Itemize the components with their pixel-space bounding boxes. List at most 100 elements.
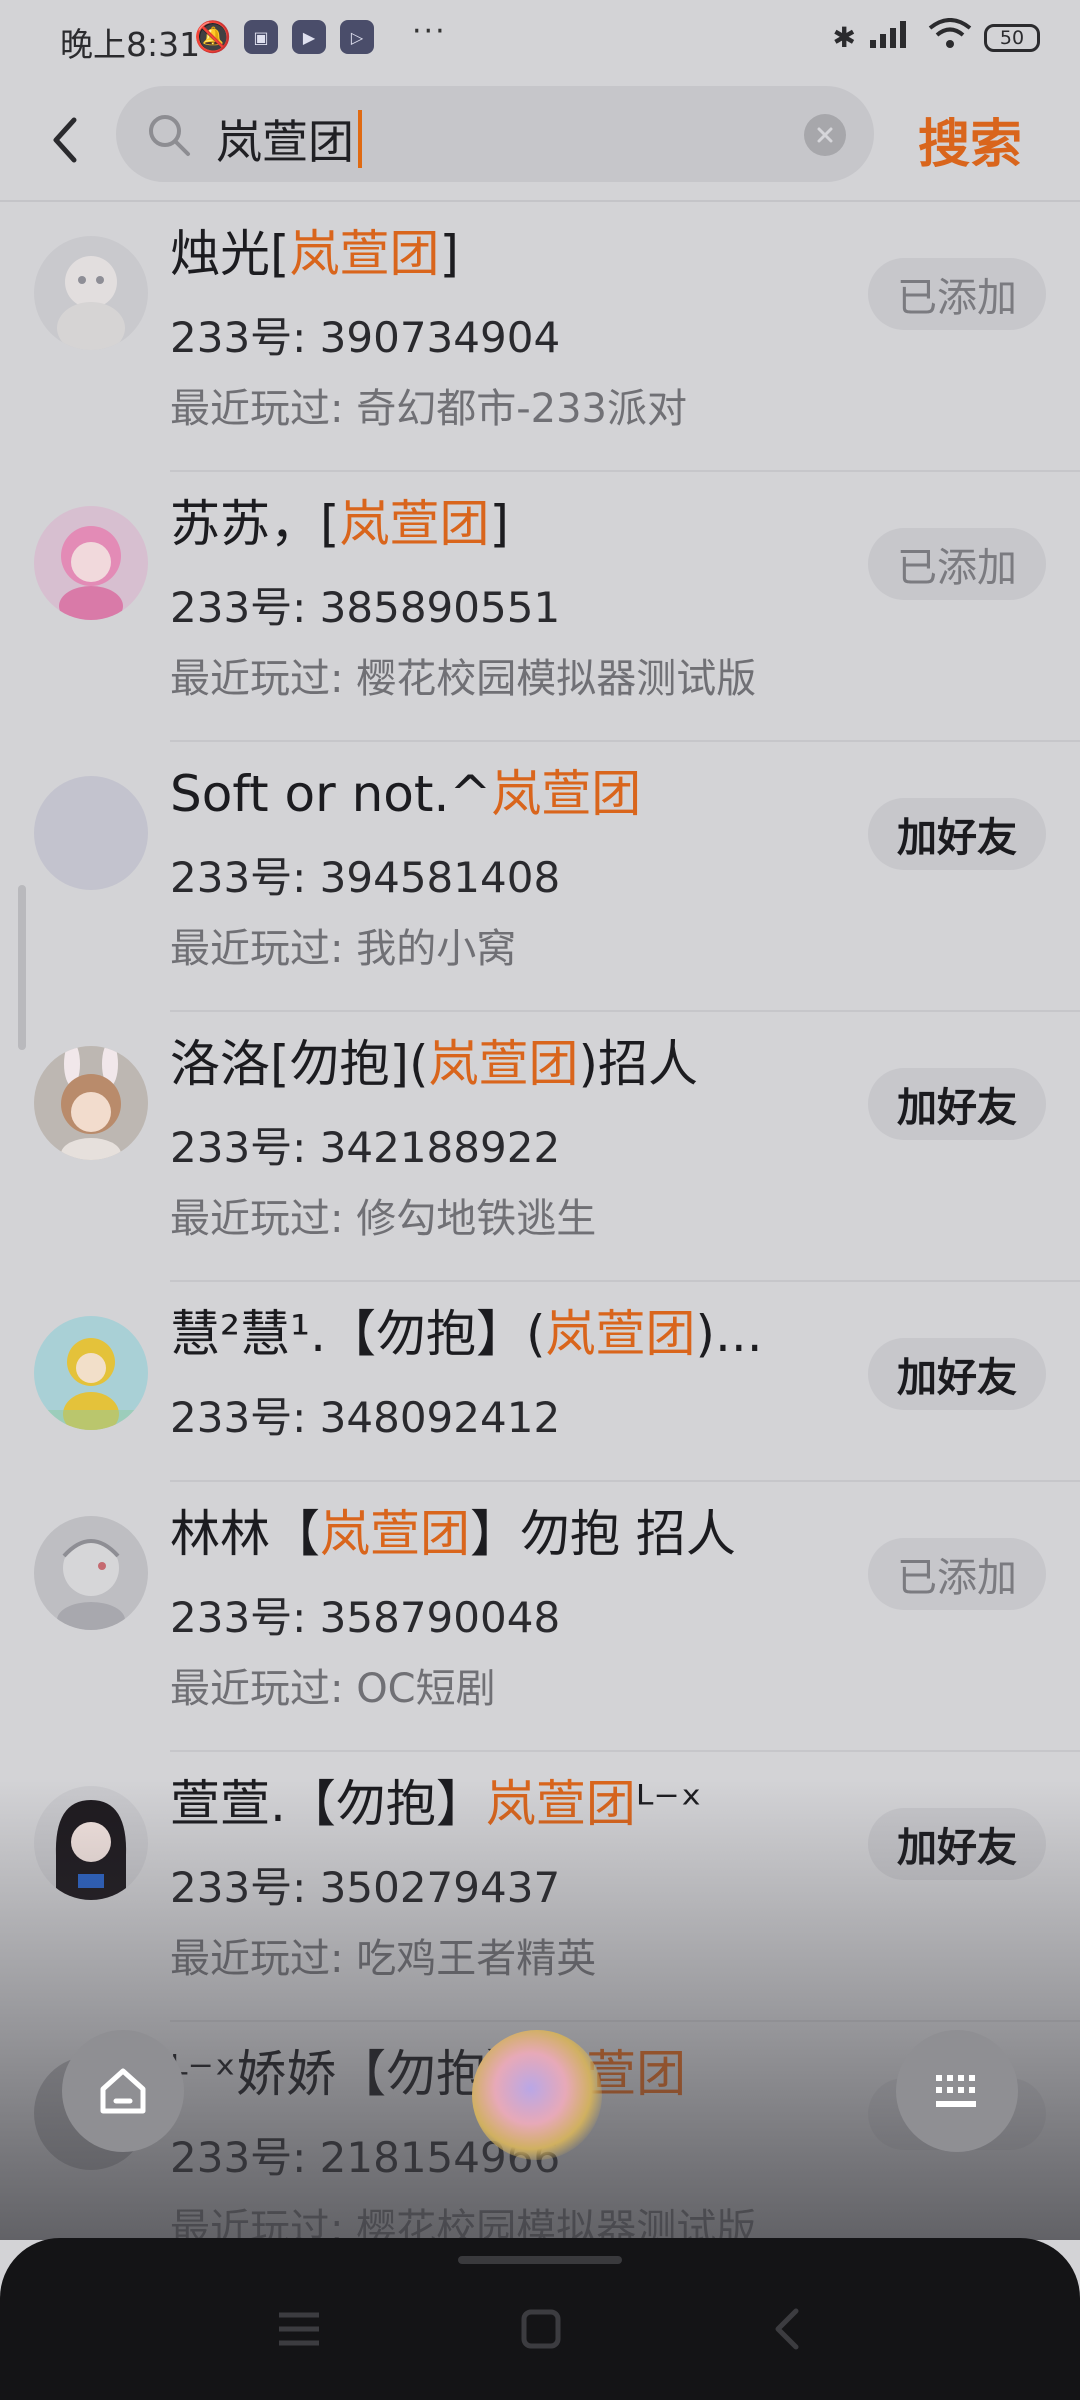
user-name-prefix: 洛洛[勿抱]( bbox=[170, 1035, 429, 1093]
user-name: 林林【岚萱团】勿抱 招人 bbox=[170, 1494, 736, 1566]
user-id: 233号: 348092412 bbox=[170, 1393, 561, 1442]
floating-keyboard-button[interactable] bbox=[896, 2030, 1018, 2152]
avatar[interactable] bbox=[34, 236, 148, 350]
text-caret bbox=[358, 110, 362, 168]
notification-icons: 🔕 ▣ ▶ ▷ bbox=[194, 19, 374, 55]
clear-x-icon bbox=[817, 127, 833, 143]
recently-played: 最近玩过: 修勾地铁逃生 bbox=[170, 1196, 597, 1242]
search-button[interactable]: 搜索 bbox=[918, 102, 1022, 177]
user-name: ᴸ⁻ˣ娇娇【勿抱】岚萱团 bbox=[170, 2034, 686, 2106]
menu-icon bbox=[279, 2312, 319, 2346]
avatar[interactable] bbox=[34, 776, 148, 890]
user-name-suffix: ] bbox=[439, 225, 460, 283]
floating-home-button[interactable] bbox=[62, 2030, 184, 2152]
user-id: 233号: 385890551 bbox=[170, 583, 561, 632]
add-friend-button[interactable]: 加好友 bbox=[868, 1068, 1046, 1140]
added-status-button[interactable]: 已添加 bbox=[868, 1538, 1046, 1610]
user-name: 烛光[岚萱团] bbox=[170, 214, 459, 286]
user-name: 苏苏，[岚萱团] bbox=[170, 484, 509, 556]
list-item[interactable]: 慧²慧¹.【勿抱】(岚萱团)... 233号: 348092412 加好友 bbox=[0, 1282, 1080, 1482]
user-name-suffix: 】勿抱 招人 bbox=[470, 1505, 736, 1563]
list-item[interactable]: 洛洛[勿抱](岚萱团)招人 233号: 342188922 最近玩过: 修勾地铁… bbox=[0, 1012, 1080, 1282]
home-icon bbox=[100, 2068, 146, 2114]
user-name-prefix: Soft or not.^ bbox=[170, 765, 492, 823]
search-query-text: 岚萱团 bbox=[216, 106, 362, 172]
bluetooth-icon: ✱ bbox=[832, 21, 856, 54]
list-item[interactable]: 林林【岚萱团】勿抱 招人 233号: 358790048 最近玩过: OC短剧 … bbox=[0, 1482, 1080, 1752]
search-header: 岚萱团 搜索 bbox=[0, 84, 1080, 200]
user-name-suffix: )招人 bbox=[578, 1035, 699, 1093]
user-id: 233号: 342188922 bbox=[170, 1123, 561, 1172]
status-bar: 晚上8:31 🔕 ▣ ▶ ▷ ··· ✱ 50 bbox=[0, 0, 1080, 80]
system-icons: ✱ 50 bbox=[833, 18, 1040, 57]
user-result-list[interactable]: 烛光[岚萱团] 233号: 390734904 最近玩过: 奇幻都市-233派对… bbox=[0, 202, 1080, 2242]
user-name-prefix: 苏苏，[ bbox=[170, 495, 340, 553]
clear-search-button[interactable] bbox=[804, 114, 846, 156]
matched-keyword: 岚萱团 bbox=[289, 225, 440, 283]
list-item[interactable]: Soft or not.^岚萱团 233号: 394581408 最近玩过: 我… bbox=[0, 742, 1080, 1012]
nav-menu-button[interactable] bbox=[264, 2294, 334, 2364]
list-item[interactable]: 烛光[岚萱团] 233号: 390734904 最近玩过: 奇幻都市-233派对… bbox=[0, 202, 1080, 472]
user-name-suffix: ᴸ⁻ˣ bbox=[635, 1775, 703, 1833]
app-notification-icon: ▣ bbox=[244, 20, 278, 54]
user-name-prefix: 林林【 bbox=[170, 1505, 320, 1563]
avatar[interactable] bbox=[34, 1046, 148, 1160]
wifi-icon bbox=[928, 18, 972, 57]
recently-played: 最近玩过: 樱花校园模拟器测试版 bbox=[170, 2206, 757, 2242]
add-friend-button[interactable]: 加好友 bbox=[868, 1338, 1046, 1410]
add-friend-button[interactable]: 加好友 bbox=[868, 1808, 1046, 1880]
matched-keyword: 岚萱团 bbox=[428, 1035, 579, 1093]
recently-played: 最近玩过: 吃鸡王者精英 bbox=[170, 1936, 597, 1982]
magnifier-icon bbox=[149, 115, 190, 156]
more-notifications-icon: ··· bbox=[412, 14, 447, 49]
user-name-suffix: )... bbox=[695, 1305, 763, 1363]
nav-handle bbox=[458, 2256, 622, 2264]
matched-keyword: 岚萱团 bbox=[320, 1505, 470, 1563]
list-item[interactable]: 苏苏，[岚萱团] 233号: 385890551 最近玩过: 樱花校园模拟器测试… bbox=[0, 472, 1080, 742]
added-status-button[interactable]: 已添加 bbox=[868, 258, 1046, 330]
back-icon bbox=[775, 2308, 799, 2350]
signal-icon bbox=[868, 18, 916, 57]
status-time: 晚上8:31 bbox=[60, 25, 201, 64]
voice-assistant-orb[interactable] bbox=[472, 2030, 602, 2160]
recently-played: 最近玩过: OC短剧 bbox=[170, 1666, 496, 1712]
user-name-prefix: 烛光[ bbox=[170, 225, 290, 283]
user-name: 慧²慧¹.【勿抱】(岚萱团)... bbox=[170, 1294, 763, 1366]
matched-keyword: 岚萱团 bbox=[491, 765, 642, 823]
back-button[interactable] bbox=[40, 104, 90, 176]
user-id: 233号: 394581408 bbox=[170, 853, 561, 902]
added-status-button[interactable]: 已添加 bbox=[868, 528, 1046, 600]
user-id: 233号: 358790048 bbox=[170, 1593, 561, 1642]
matched-keyword: 岚萱团 bbox=[339, 495, 490, 553]
avatar[interactable] bbox=[34, 506, 148, 620]
square-home-icon bbox=[521, 2309, 561, 2349]
search-input[interactable]: 岚萱团 bbox=[116, 86, 874, 182]
matched-keyword: 岚萱团 bbox=[545, 1305, 696, 1363]
avatar[interactable] bbox=[34, 1516, 148, 1630]
video-notification-icon: ▶ bbox=[292, 20, 326, 54]
system-nav-bar bbox=[0, 2238, 1080, 2400]
mute-bell-icon: 🔕 bbox=[194, 19, 232, 55]
avatar[interactable] bbox=[34, 1786, 148, 1900]
list-item[interactable]: 萱萱.【勿抱】岚萱团ᴸ⁻ˣ 233号: 350279437 最近玩过: 吃鸡王者… bbox=[0, 1752, 1080, 2022]
chevron-left-icon bbox=[53, 117, 77, 163]
add-friend-button[interactable]: 加好友 bbox=[868, 798, 1046, 870]
user-id: 233号: 390734904 bbox=[170, 313, 561, 362]
recently-played: 最近玩过: 樱花校园模拟器测试版 bbox=[170, 656, 757, 702]
user-name-prefix: 萱萱.【勿抱】 bbox=[170, 1775, 486, 1833]
recently-played: 最近玩过: 我的小窝 bbox=[170, 926, 517, 972]
play-notification-icon: ▷ bbox=[340, 20, 374, 54]
user-name-prefix: 慧²慧¹.【勿抱】( bbox=[170, 1305, 546, 1363]
recently-played: 最近玩过: 奇幻都市-233派对 bbox=[170, 386, 687, 432]
user-name-suffix: ] bbox=[489, 495, 510, 553]
user-name: 萱萱.【勿抱】岚萱团ᴸ⁻ˣ bbox=[170, 1764, 702, 1836]
matched-keyword: 岚萱团 bbox=[485, 1775, 636, 1833]
user-name: 洛洛[勿抱](岚萱团)招人 bbox=[170, 1024, 698, 1096]
avatar[interactable] bbox=[34, 1316, 148, 1430]
user-name: Soft or not.^岚萱团 bbox=[170, 754, 641, 826]
keyboard-icon bbox=[936, 2075, 976, 2107]
nav-back-button[interactable] bbox=[752, 2294, 822, 2364]
search-query: 岚萱团 bbox=[216, 115, 354, 169]
scrollbar[interactable] bbox=[18, 885, 26, 1050]
nav-home-button[interactable] bbox=[506, 2294, 576, 2364]
